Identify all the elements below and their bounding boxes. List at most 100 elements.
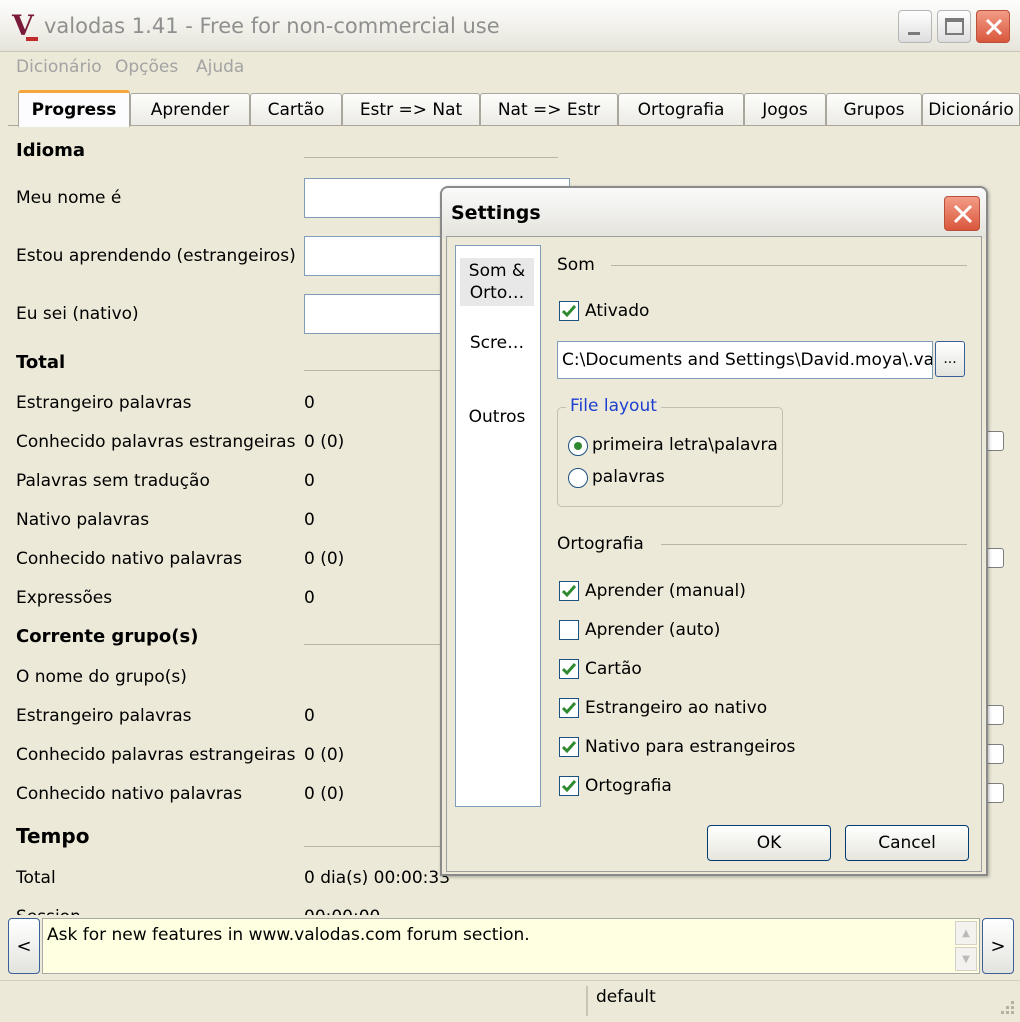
- file-layout-group: File layout primeira letra\palavra palav…: [557, 396, 783, 507]
- total-header: Total: [16, 352, 66, 373]
- tab-cartao[interactable]: Cartão: [250, 93, 342, 125]
- cartao-checkbox[interactable]: [559, 659, 579, 679]
- tab-progress[interactable]: Progress: [18, 90, 130, 127]
- radio-primeira-letra[interactable]: [568, 436, 588, 456]
- resize-grip-icon[interactable]: [996, 996, 1016, 1016]
- status-divider: [586, 986, 588, 1016]
- radio-palavras-label: palavras: [592, 467, 665, 487]
- tempo-header: Tempo: [16, 824, 90, 848]
- edge-control[interactable]: [986, 548, 1004, 568]
- ativado-checkbox[interactable]: [559, 301, 579, 321]
- nav-item-som-orto[interactable]: Som & Orto…: [460, 258, 534, 306]
- nome-label: Meu nome é: [16, 188, 122, 208]
- scroll-down-icon[interactable]: ▼: [955, 947, 977, 971]
- status-text: default: [596, 987, 656, 1007]
- radio-palavras[interactable]: [568, 468, 588, 488]
- radio-primeira-letra-label: primeira letra\palavra: [592, 435, 778, 455]
- nav-item-label: Orto…: [469, 283, 525, 303]
- close-icon: [985, 18, 1003, 36]
- stat-value: 0: [304, 510, 315, 530]
- dialog-titlebar[interactable]: Settings: [442, 188, 986, 238]
- section-divider: [304, 157, 558, 158]
- edge-control[interactable]: [986, 431, 1004, 451]
- sound-path-text: C:\Documents and Settings\David.moya\.va…: [562, 350, 932, 370]
- stat-label: Conhecido nativo palavras: [16, 549, 243, 569]
- nativo-estrangeiros-checkbox[interactable]: [559, 737, 579, 757]
- idioma-header: Idioma: [16, 140, 86, 161]
- edge-control[interactable]: [986, 744, 1004, 764]
- stat-label: Palavras sem tradução: [16, 471, 210, 491]
- minimize-button[interactable]: [898, 10, 932, 43]
- check-icon: [561, 702, 577, 715]
- status-bar: [0, 980, 1020, 1022]
- group-divider: [661, 544, 967, 545]
- dialog-title: Settings: [451, 202, 541, 224]
- menu-ajuda[interactable]: Ajuda: [196, 57, 244, 77]
- tab-grupos[interactable]: Grupos: [826, 93, 922, 125]
- prev-message-button[interactable]: <: [8, 918, 40, 974]
- som-header: Som: [557, 255, 595, 275]
- menu-opcoes[interactable]: Opções: [115, 57, 178, 77]
- message-scrollbar[interactable]: ▲ ▼: [955, 921, 977, 971]
- sound-path-input[interactable]: C:\Documents and Settings\David.moya\.va…: [557, 341, 933, 379]
- aprender-auto-label: Aprender (auto): [585, 620, 721, 640]
- cancel-button[interactable]: Cancel: [845, 825, 969, 861]
- dialog-close-button[interactable]: [944, 196, 980, 231]
- stat-label: Nativo palavras: [16, 510, 150, 530]
- check-icon: [561, 305, 577, 318]
- nav-item-screen[interactable]: Scre…: [460, 332, 534, 354]
- minimize-icon: [908, 32, 920, 35]
- tab-aprender[interactable]: Aprender: [130, 93, 250, 125]
- stat-value: 0: [304, 471, 315, 491]
- tab-nat-estr[interactable]: Nat => Estr: [480, 93, 618, 125]
- stat-label: Conhecido nativo palavras: [16, 784, 243, 804]
- stat-label: Conhecido palavras estrangeiras: [16, 745, 296, 765]
- dialog-body: Som & Orto… Scre… Outros Som Ativado C:\…: [446, 236, 982, 872]
- maximize-button[interactable]: [937, 10, 971, 43]
- radio-selected-dot: [574, 442, 582, 450]
- close-button[interactable]: [976, 10, 1010, 43]
- aprender-manual-checkbox[interactable]: [559, 581, 579, 601]
- edge-control[interactable]: [986, 705, 1004, 725]
- stat-label: Estrangeiro palavras: [16, 393, 192, 413]
- file-layout-legend: File layout: [566, 396, 661, 416]
- nav-item-outros[interactable]: Outros: [460, 406, 534, 428]
- stat-label: Conhecido palavras estrangeiras: [16, 432, 296, 452]
- stat-value: 0 (0): [304, 784, 345, 804]
- settings-nav-list[interactable]: Som & Orto… Scre… Outros: [455, 245, 541, 807]
- stat-label: O nome do grupo(s): [16, 667, 187, 687]
- estrangeiro-nativo-checkbox[interactable]: [559, 698, 579, 718]
- stat-label: Estrangeiro palavras: [16, 706, 192, 726]
- menu-dicionario[interactable]: Dicionário: [16, 57, 102, 77]
- cartao-label: Cartão: [585, 659, 642, 679]
- ativado-label: Ativado: [585, 301, 650, 321]
- ortografia-checkbox[interactable]: [559, 776, 579, 796]
- grupo-header: Corrente grupo(s): [16, 626, 199, 647]
- ok-button[interactable]: OK: [707, 825, 831, 861]
- stat-label: Total: [16, 868, 56, 888]
- aprender-auto-checkbox[interactable]: [559, 620, 579, 640]
- tab-estr-nat[interactable]: Estr => Nat: [342, 93, 480, 125]
- tab-dicionario[interactable]: Dicionário: [922, 93, 1020, 125]
- stat-value: 0: [304, 393, 315, 413]
- maximize-icon: [945, 18, 964, 35]
- nav-item-label: Som &: [468, 261, 526, 281]
- tab-jogos[interactable]: Jogos: [744, 93, 826, 125]
- ortografia-option-label: Ortografia: [585, 776, 672, 796]
- aprender-manual-label: Aprender (manual): [585, 581, 746, 601]
- edge-control[interactable]: [986, 783, 1004, 803]
- stat-label: Expressões: [16, 588, 113, 608]
- window-title: valodas 1.41 - Free for non-commercial u…: [44, 14, 500, 38]
- sei-label: Eu sei (nativo): [16, 304, 139, 324]
- check-icon: [561, 780, 577, 793]
- tab-ortografia[interactable]: Ortografia: [618, 93, 744, 125]
- message-text: Ask for new features in www.valodas.com …: [47, 925, 530, 945]
- browse-button[interactable]: ...: [935, 341, 965, 377]
- stat-value: 0 dia(s) 00:00:33: [304, 868, 451, 888]
- close-icon: [953, 204, 973, 224]
- next-message-button[interactable]: >: [982, 918, 1014, 974]
- ortografia-header: Ortografia: [557, 534, 644, 554]
- check-icon: [561, 663, 577, 676]
- stat-value: 0: [304, 588, 315, 608]
- scroll-up-icon[interactable]: ▲: [955, 921, 977, 945]
